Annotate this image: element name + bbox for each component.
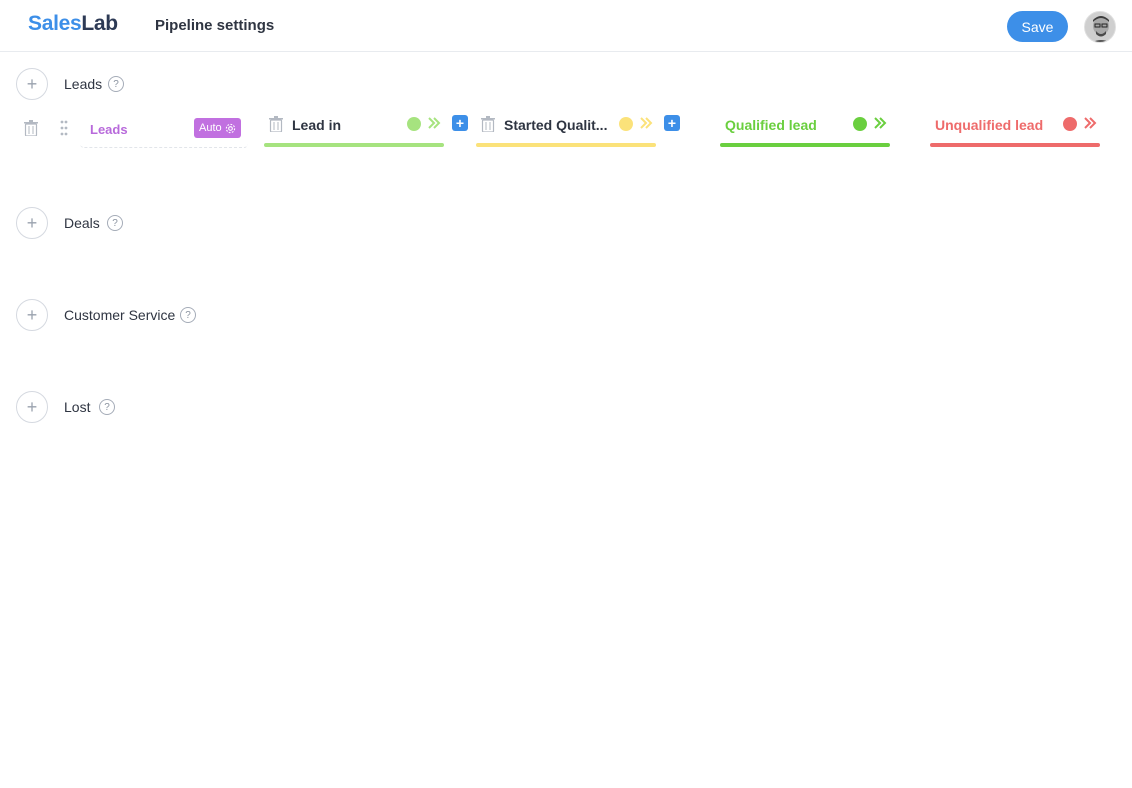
double-chevron-right-icon[interactable] bbox=[1083, 116, 1097, 130]
stage-color-dot[interactable] bbox=[1063, 117, 1077, 131]
stage-started-qualification[interactable]: Started Qualit... bbox=[476, 110, 656, 150]
trash-icon[interactable] bbox=[24, 120, 38, 136]
stage-unqualified-lead[interactable]: Unqualified lead bbox=[930, 110, 1100, 150]
stage-color-dot[interactable] bbox=[619, 117, 633, 131]
pipeline-name: Leads bbox=[90, 122, 128, 137]
auto-badge[interactable]: Auto bbox=[194, 118, 241, 138]
add-customer-service-button[interactable]: + bbox=[16, 299, 48, 331]
add-deals-button[interactable]: + bbox=[16, 207, 48, 239]
section-leads: + Leads ? bbox=[16, 68, 216, 100]
stage-qualified-lead[interactable]: Qualified lead bbox=[720, 110, 890, 150]
section-label: Leads bbox=[64, 76, 103, 92]
stage-color-bar bbox=[476, 143, 656, 147]
trash-icon[interactable] bbox=[481, 116, 495, 132]
help-icon[interactable]: ? bbox=[108, 76, 124, 92]
help-icon[interactable]: ? bbox=[180, 307, 196, 323]
logo-text-lab: Lab bbox=[81, 12, 118, 35]
user-avatar[interactable] bbox=[1084, 11, 1116, 43]
section-label: Lost bbox=[64, 399, 91, 415]
help-icon[interactable]: ? bbox=[107, 215, 123, 231]
gear-icon bbox=[225, 123, 235, 133]
stage-color-bar bbox=[264, 143, 444, 147]
stage-color-bar bbox=[930, 143, 1100, 147]
help-icon[interactable]: ? bbox=[99, 399, 115, 415]
top-header: SalesLab Pipeline settings Save bbox=[0, 0, 1132, 52]
drag-handle-icon[interactable] bbox=[60, 120, 68, 136]
section-customer-service: + Customer Service ? bbox=[16, 299, 256, 331]
double-chevron-right-icon[interactable] bbox=[639, 116, 653, 130]
stage-name: Started Qualit... bbox=[504, 117, 608, 133]
section-label: Customer Service bbox=[64, 307, 176, 323]
double-chevron-right-icon[interactable] bbox=[873, 116, 887, 130]
section-lost: + Lost ? bbox=[16, 391, 216, 423]
stage-color-dot[interactable] bbox=[853, 117, 867, 131]
add-stage-button[interactable]: + bbox=[452, 115, 468, 131]
stage-name: Unqualified lead bbox=[935, 117, 1044, 133]
stage-color-dot[interactable] bbox=[407, 117, 421, 131]
stage-name: Lead in bbox=[292, 117, 342, 133]
auto-label: Auto bbox=[199, 122, 222, 134]
stage-name: Qualified lead bbox=[725, 117, 817, 133]
section-label: Deals bbox=[64, 215, 100, 231]
stage-lead-in[interactable]: Lead in bbox=[264, 110, 444, 150]
add-lost-button[interactable]: + bbox=[16, 391, 48, 423]
stage-color-bar bbox=[720, 143, 890, 147]
section-deals: + Deals ? bbox=[16, 207, 216, 239]
add-leads-button[interactable]: + bbox=[16, 68, 48, 100]
save-button[interactable]: Save bbox=[1007, 11, 1068, 42]
double-chevron-right-icon[interactable] bbox=[427, 116, 441, 130]
pipeline-name-field[interactable]: Leads Auto bbox=[80, 110, 248, 148]
add-stage-button[interactable]: + bbox=[664, 115, 680, 131]
trash-icon[interactable] bbox=[269, 116, 283, 132]
page-title: Pipeline settings bbox=[155, 17, 275, 34]
saleslab-logo[interactable]: SalesLab bbox=[28, 12, 118, 36]
logo-text-sales: Sales bbox=[28, 12, 82, 35]
